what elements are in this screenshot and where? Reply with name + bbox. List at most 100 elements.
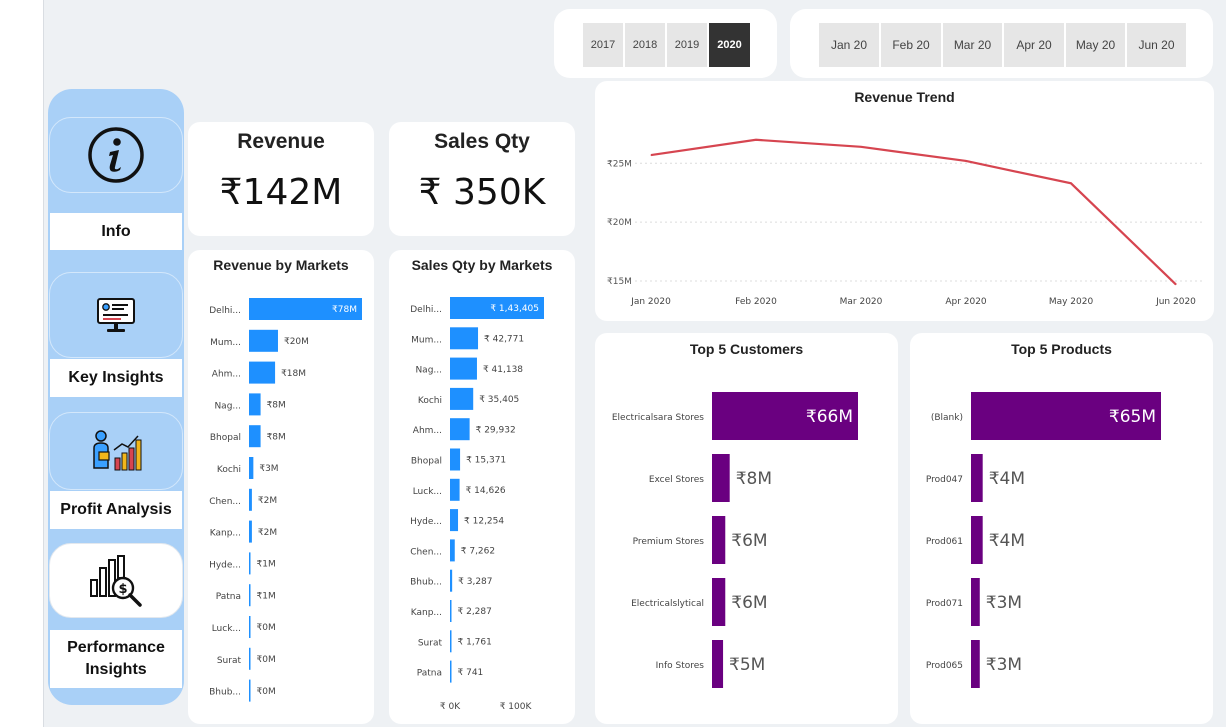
category-label: Bhopal: [411, 457, 442, 467]
sales-qty-by-markets-card: Sales Qty by Markets Delhi... ₹ 1,43,405 M…: [389, 250, 575, 724]
category-label: Ahm...: [212, 370, 241, 380]
revenue-by-markets-card: Revenue by Markets Delhi... ₹78M Mum... ₹20…: [188, 250, 374, 724]
data-label: ₹6M: [731, 593, 767, 613]
data-label: ₹ 42,771: [484, 335, 524, 345]
bar: [971, 640, 980, 688]
data-label: ₹66M: [806, 407, 853, 427]
data-label: ₹2M: [258, 528, 277, 538]
category-label: Kanp...: [411, 608, 442, 618]
data-label: ₹3M: [986, 655, 1022, 675]
month-option-mar[interactable]: Mar 20: [943, 23, 1002, 67]
category-label: Patna: [216, 592, 241, 602]
bar: [712, 578, 726, 626]
category-label: Hyde...: [209, 560, 241, 570]
month-option-feb[interactable]: Feb 20: [881, 23, 941, 67]
top5-customers-chart: Electricalsara Stores ₹66M Excel Stores ₹8M…: [612, 392, 858, 688]
year-option-2017[interactable]: 2017: [583, 23, 623, 67]
category-label: Hyde...: [410, 517, 442, 527]
bar: [249, 520, 252, 543]
category-label: Electricalslytical: [631, 599, 704, 609]
data-label: ₹ 1,43,405: [490, 304, 539, 314]
year-option-2018[interactable]: 2018: [625, 23, 665, 67]
category-label: Kochi: [418, 396, 442, 406]
month-option-jun[interactable]: Jun 20: [1127, 23, 1186, 67]
category-label: Prod061: [926, 537, 963, 547]
x-tick-label: ₹ 0K: [440, 702, 461, 712]
category-label: Info Stores: [656, 661, 705, 671]
category-label: Prod047: [926, 475, 963, 485]
month-option-apr[interactable]: Apr 20: [1004, 23, 1064, 67]
y-tick-label: ₹15M: [607, 277, 632, 287]
category-label: Premium Stores: [633, 537, 705, 547]
nav-profit-analysis-button[interactable]: [49, 412, 183, 490]
data-label: ₹18M: [281, 369, 306, 379]
category-label: Bhopal: [210, 433, 241, 443]
sales-qty-kpi-title: Sales Qty: [434, 130, 530, 153]
revenue-trend-line: [650, 138, 1177, 286]
bar: [249, 425, 261, 448]
data-label: ₹ 7,262: [461, 547, 495, 557]
y-tick-label: ₹20M: [607, 218, 632, 228]
x-tick-label: Jun 2020: [1155, 297, 1196, 307]
data-point: [1175, 284, 1177, 286]
bar: [249, 616, 251, 638]
bar: [249, 457, 254, 479]
bar: [249, 488, 252, 511]
category-label: Chen...: [410, 547, 442, 557]
data-label: ₹2M: [258, 496, 277, 506]
category-label: Ahm...: [413, 426, 442, 436]
sales-qty-by-markets-chart: Delhi... ₹ 1,43,405 Mum... ₹ 42,771 Nag... ₹ …: [410, 297, 544, 712]
revenue-kpi-title: Revenue: [237, 130, 325, 153]
data-label: ₹20M: [284, 337, 309, 347]
analyst-chart-icon: [93, 430, 142, 471]
bar: [249, 584, 251, 607]
nav-label-key-insights[interactable]: Key Insights: [50, 359, 182, 397]
bar: [450, 448, 461, 471]
data-label: ₹6M: [731, 531, 767, 551]
bar: [249, 393, 261, 416]
category-label: Excel Stores: [649, 475, 704, 485]
bar: [450, 630, 452, 653]
category-label: Electricalsara Stores: [612, 413, 704, 423]
category-label: Mum...: [411, 335, 442, 345]
category-label: Kanp...: [210, 529, 241, 539]
data-label: ₹ 741: [458, 668, 484, 678]
data-label: ₹1M: [257, 591, 276, 601]
nav-label-profit-analysis[interactable]: Profit Analysis: [50, 491, 182, 529]
nav-label-info[interactable]: Info: [50, 213, 182, 250]
nav-label-performance-insights[interactable]: Performance Insights: [50, 630, 182, 688]
month-option-may[interactable]: May 20: [1066, 23, 1125, 67]
top5-products-card: Top 5 Products (Blank) ₹65M Prod047 ₹4M Prod…: [910, 333, 1213, 724]
category-label: Kochi: [217, 465, 241, 475]
bar: [249, 647, 251, 670]
top5-customers-card: Top 5 Customers Electricalsara Stores ₹66…: [595, 333, 898, 724]
bar: [712, 454, 730, 502]
data-point: [860, 146, 862, 148]
category-label: Surat: [217, 656, 242, 666]
bar: [450, 569, 453, 592]
data-label: ₹ 41,138: [483, 365, 523, 375]
x-tick-label: Mar 2020: [840, 297, 883, 307]
category-label: Nag...: [415, 366, 442, 376]
category-label: Bhub...: [410, 578, 442, 588]
data-label: ₹78M: [332, 305, 357, 315]
revenue-by-markets-chart: Delhi... ₹78M Mum... ₹20M Ahm... ₹18M Nag... ₹8…: [209, 298, 362, 702]
sales-qty-kpi-card: Sales Qty ₹ 350K: [389, 122, 575, 236]
data-label: ₹5M: [729, 655, 765, 675]
bar: [450, 357, 477, 380]
nav-key-insights-button[interactable]: [49, 272, 183, 358]
category-label: Surat: [418, 638, 443, 648]
bar: [712, 640, 724, 688]
bar: [450, 660, 452, 683]
year-option-2020[interactable]: 2020: [709, 23, 750, 67]
data-label: ₹3M: [259, 464, 278, 474]
nav-performance-insights-button[interactable]: $: [49, 543, 183, 618]
month-option-jan[interactable]: Jan 20: [819, 23, 879, 67]
revenue-kpi-value: ₹142M: [219, 172, 343, 213]
nav-info-button[interactable]: [49, 117, 183, 193]
category-label: Chen...: [209, 497, 241, 507]
data-label: ₹0M: [257, 655, 276, 665]
bar: [450, 539, 455, 562]
x-tick-label: Feb 2020: [735, 297, 777, 307]
year-option-2019[interactable]: 2019: [667, 23, 707, 67]
